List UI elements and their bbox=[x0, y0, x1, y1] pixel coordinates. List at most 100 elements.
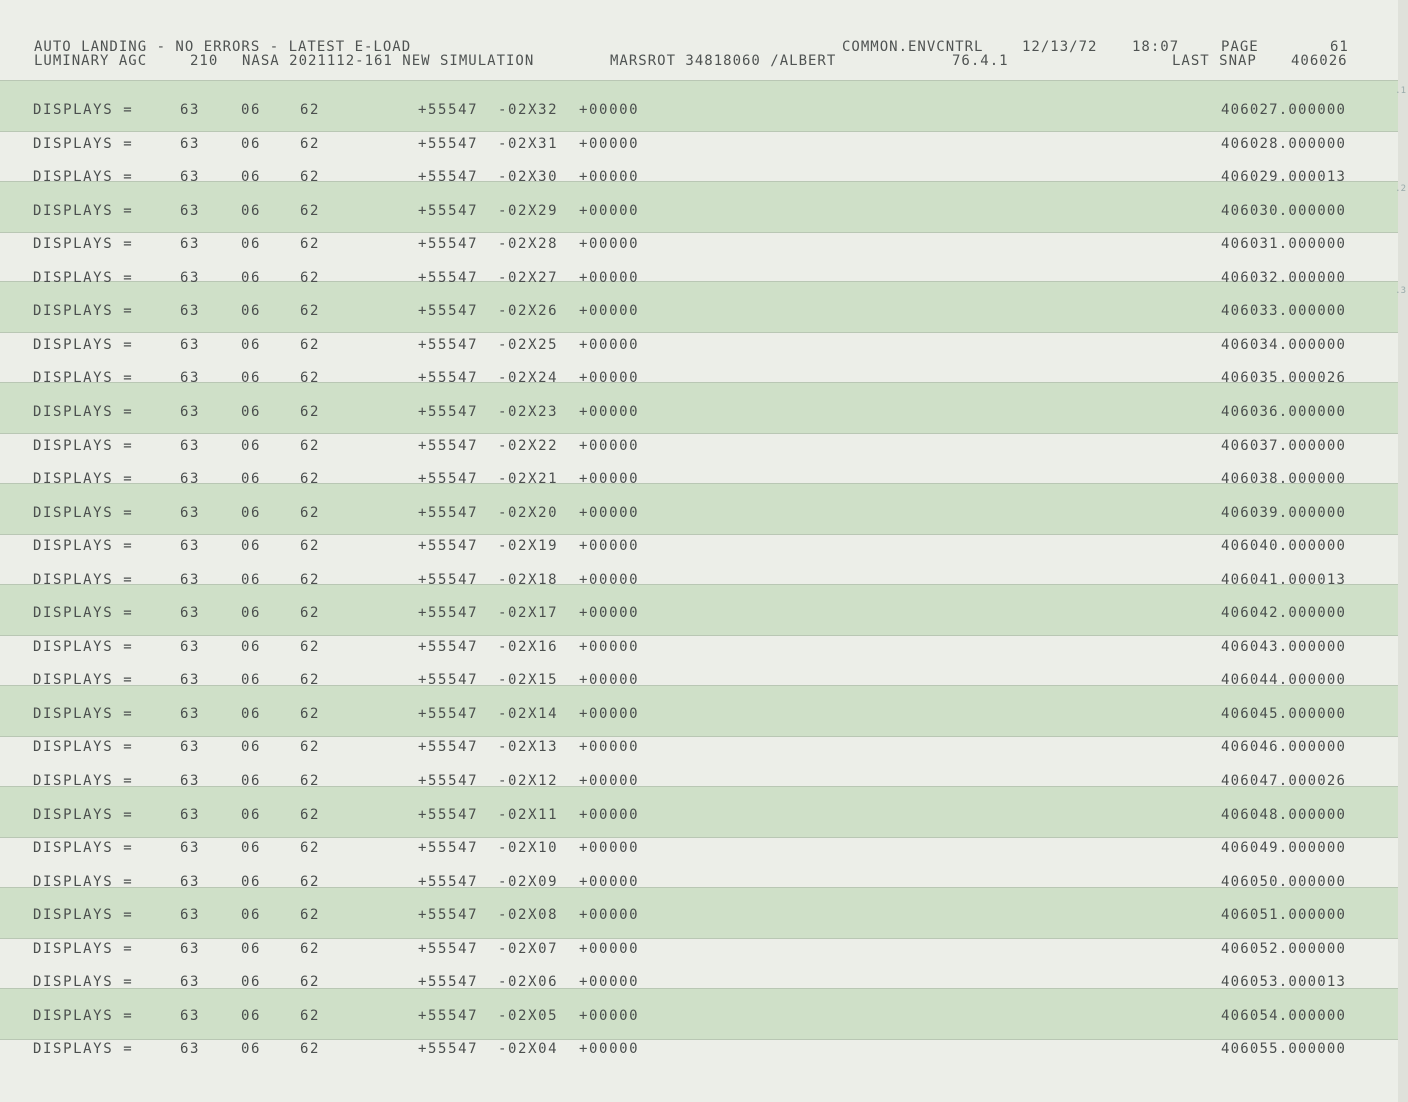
row-label: DISPLAYS = bbox=[33, 169, 134, 186]
row-col-f: +00000 bbox=[579, 236, 640, 253]
row-col-c: 62 bbox=[300, 672, 321, 689]
row-col-b: 06 bbox=[241, 102, 262, 118]
row-col-b: 06 bbox=[241, 135, 262, 152]
row-col-d: +55547 bbox=[418, 336, 479, 353]
row-col-b: 06 bbox=[241, 1041, 262, 1058]
row-col-c: 62 bbox=[300, 840, 321, 857]
row-col-f: +00000 bbox=[579, 672, 640, 689]
table-row: DISPLAYS = 63 06 62 +55547 -02X30 +00000 406029… bbox=[0, 161, 1400, 194]
row-col-b: 06 bbox=[241, 571, 262, 588]
table-row: DISPLAYS = 63 06 62 +55547 -02X10 +00000 406049… bbox=[0, 832, 1400, 865]
header-version: 76.4.1 bbox=[952, 53, 1009, 69]
row-timestamp: 406048.000000 bbox=[1221, 806, 1347, 823]
row-col-b: 06 bbox=[241, 940, 262, 957]
row-label: DISPLAYS = bbox=[33, 504, 134, 521]
row-col-c: 62 bbox=[300, 471, 321, 488]
row-col-c: 62 bbox=[300, 403, 321, 420]
table-row: DISPLAYS = 63 06 62 +55547 -02X08 +00000 406051… bbox=[0, 899, 1400, 932]
row-col-a: 63 bbox=[180, 303, 201, 320]
row-col-d: +55547 bbox=[418, 169, 479, 186]
row-col-b: 06 bbox=[241, 638, 262, 655]
row-col-e: -02X16 bbox=[498, 638, 559, 655]
row-col-a: 63 bbox=[180, 672, 201, 689]
row-col-a: 63 bbox=[180, 135, 201, 152]
header-agc-code: 210 bbox=[190, 53, 219, 69]
row-col-f: +00000 bbox=[579, 1041, 640, 1058]
row-col-a: 63 bbox=[180, 538, 201, 555]
row-col-c: 62 bbox=[300, 102, 321, 118]
row-col-f: +00000 bbox=[579, 806, 640, 823]
row-label: DISPLAYS = bbox=[33, 571, 134, 588]
row-col-e: -02X06 bbox=[498, 974, 559, 991]
row-col-d: +55547 bbox=[418, 940, 479, 957]
table-row: DISPLAYS = 63 06 62 +55547 -02X24 +00000 406035… bbox=[0, 362, 1400, 395]
row-col-d: +55547 bbox=[418, 638, 479, 655]
row-col-a: 63 bbox=[180, 1041, 201, 1058]
row-col-e: -02X11 bbox=[498, 806, 559, 823]
row-col-f: +00000 bbox=[579, 1007, 640, 1024]
row-col-e: -02X19 bbox=[498, 538, 559, 555]
row-col-e: -02X24 bbox=[498, 370, 559, 387]
row-col-f: +00000 bbox=[579, 471, 640, 488]
row-label: DISPLAYS = bbox=[33, 303, 134, 320]
edge-tick: .3 bbox=[1395, 286, 1406, 296]
row-col-f: +00000 bbox=[579, 571, 640, 588]
row-col-f: +00000 bbox=[579, 403, 640, 420]
table-row: DISPLAYS = 63 06 62 +55547 -02X05 +00000 406054… bbox=[0, 1000, 1400, 1033]
table-row: DISPLAYS = 63 06 62 +55547 -02X17 +00000 406042… bbox=[0, 597, 1400, 630]
row-col-f: +00000 bbox=[579, 940, 640, 957]
row-col-a: 63 bbox=[180, 1007, 201, 1024]
row-col-c: 62 bbox=[300, 773, 321, 789]
row-timestamp: 406053.000013 bbox=[1221, 974, 1347, 991]
row-col-f: +00000 bbox=[579, 135, 640, 152]
row-col-a: 63 bbox=[180, 202, 201, 219]
row-label: DISPLAYS = bbox=[33, 269, 134, 286]
row-label: DISPLAYS = bbox=[33, 739, 134, 756]
row-col-e: -02X22 bbox=[498, 437, 559, 454]
row-label: DISPLAYS = bbox=[33, 705, 134, 722]
row-col-e: -02X23 bbox=[498, 403, 559, 420]
row-label: DISPLAYS = bbox=[33, 806, 134, 823]
row-col-b: 06 bbox=[241, 739, 262, 756]
row-col-b: 06 bbox=[241, 773, 262, 789]
row-col-d: +55547 bbox=[418, 705, 479, 722]
row-col-f: +00000 bbox=[579, 336, 640, 353]
table-row: DISPLAYS = 63 06 62 +55547 -02X13 +00000 406046… bbox=[0, 731, 1400, 764]
row-col-f: +00000 bbox=[579, 873, 640, 890]
row-label: DISPLAYS = bbox=[33, 102, 134, 118]
row-col-f: +00000 bbox=[579, 974, 640, 991]
row-label: DISPLAYS = bbox=[33, 471, 134, 488]
row-label: DISPLAYS = bbox=[33, 403, 134, 420]
row-timestamp: 406054.000000 bbox=[1221, 1007, 1347, 1024]
row-label: DISPLAYS = bbox=[33, 336, 134, 353]
row-col-c: 62 bbox=[300, 873, 321, 890]
row-col-f: +00000 bbox=[579, 303, 640, 320]
row-col-b: 06 bbox=[241, 303, 262, 320]
table-row: DISPLAYS = 63 06 62 +55547 -02X07 +00000 406052… bbox=[0, 933, 1400, 966]
row-col-e: -02X27 bbox=[498, 269, 559, 286]
row-col-e: -02X31 bbox=[498, 135, 559, 152]
row-label: DISPLAYS = bbox=[33, 437, 134, 454]
row-col-c: 62 bbox=[300, 806, 321, 823]
row-timestamp: 406034.000000 bbox=[1221, 336, 1347, 353]
row-col-c: 62 bbox=[300, 303, 321, 320]
row-col-b: 06 bbox=[241, 538, 262, 555]
row-timestamp: 406046.000000 bbox=[1221, 739, 1347, 756]
row-label: DISPLAYS = bbox=[33, 1007, 134, 1024]
row-col-b: 06 bbox=[241, 504, 262, 521]
edge-tick: .1 bbox=[1395, 86, 1406, 96]
row-label: DISPLAYS = bbox=[33, 1041, 134, 1058]
row-col-b: 06 bbox=[241, 806, 262, 823]
row-col-e: -02X09 bbox=[498, 873, 559, 890]
row-col-e: -02X10 bbox=[498, 840, 559, 857]
row-col-e: -02X17 bbox=[498, 605, 559, 622]
table-row: DISPLAYS = 63 06 62 +55547 -02X27 +00000 406032… bbox=[0, 262, 1400, 295]
row-col-d: +55547 bbox=[418, 102, 479, 118]
row-col-b: 06 bbox=[241, 202, 262, 219]
row-col-d: +55547 bbox=[418, 135, 479, 152]
row-label: DISPLAYS = bbox=[33, 370, 134, 387]
row-col-f: +00000 bbox=[579, 504, 640, 521]
row-timestamp: 406041.000013 bbox=[1221, 571, 1347, 588]
table-row: DISPLAYS = 63 06 62 +55547 -02X32 +00000 406027… bbox=[0, 94, 1400, 127]
row-col-a: 63 bbox=[180, 370, 201, 387]
